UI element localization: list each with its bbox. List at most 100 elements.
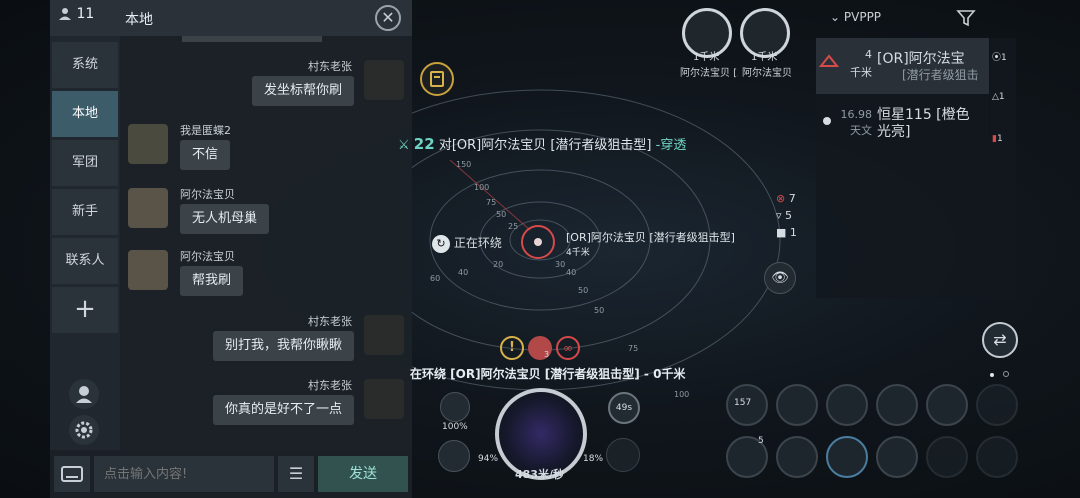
message-bubble[interactable]: 帮我刷 (180, 266, 244, 296)
speed-adjust-button[interactable] (440, 392, 470, 422)
radar-tick: 100 (674, 390, 690, 399)
cargo-button[interactable] (420, 62, 454, 96)
counter-hostile: ⊗ 7 (776, 192, 796, 205)
message-item: 村东老张 别打我，我帮你瞅瞅 (122, 313, 412, 373)
message-bubble[interactable]: 无人机母巢 (180, 204, 270, 234)
overview-distance: 16.98 (840, 108, 873, 121)
chat-input-bar: ☰ 发送 (50, 450, 412, 498)
radar-tick: 50 (496, 210, 507, 219)
orbit-status-text: 正在环绕 (453, 236, 502, 250)
keyboard-button[interactable] (54, 456, 90, 492)
warning-icon[interactable]: ! (500, 336, 524, 360)
combat-effect: -穿透 (655, 138, 687, 153)
module-slot-empty[interactable] (976, 384, 1018, 426)
message-bubble[interactable]: 不信 (180, 140, 231, 170)
filter-button[interactable] (956, 8, 976, 28)
sender-name: 村东老张 (308, 379, 352, 392)
sender-name: 阿尔法宝贝 (180, 188, 235, 201)
profile-button[interactable] (69, 379, 99, 409)
radar-tick: 75 (486, 198, 497, 207)
avatar[interactable] (128, 124, 168, 164)
message-item: 村东老张 你真的是好不了一点 (122, 377, 412, 437)
module-slot-4[interactable] (876, 384, 918, 426)
radar-tick: 30 (555, 260, 566, 269)
hostile-ship-icon (818, 54, 840, 67)
close-button[interactable]: ✕ (375, 5, 401, 31)
cargo-icon (430, 71, 444, 87)
overview-side-icons: ⦿1 △1 ▮1 (990, 38, 1016, 298)
overview-row[interactable]: 4 千米 [OR]阿尔法宝 [潜行者级狙击 (816, 38, 989, 94)
overview-row[interactable]: 16.98 天文 恒星115 [橙色 光亮] (816, 98, 989, 154)
module-slot-7[interactable] (776, 436, 818, 478)
message-bubble[interactable]: 别打我，我帮你瞅瞅 (212, 331, 354, 361)
module-slot-3[interactable] (826, 384, 868, 426)
module-timer-value: 49s (615, 403, 633, 413)
chat-input[interactable] (94, 456, 274, 492)
side-icon-3[interactable]: ▮1 (992, 134, 1003, 144)
module-slot-5[interactable] (926, 384, 968, 426)
avatar[interactable] (128, 188, 168, 228)
module-slot-empty[interactable] (976, 436, 1018, 478)
chat-panel: 11 本地 ✕ 系统 本地 军团 新手 联系人 + 村东老张 发坐标帮你刷 我是… (50, 0, 412, 498)
damage-icon: ⚔ (398, 138, 410, 153)
member-count-value: 11 (76, 6, 95, 22)
message-item: 我是匿蝶2 不信 (122, 122, 412, 182)
avatar[interactable] (364, 315, 404, 355)
radar-tick: 60 (430, 274, 441, 283)
member-count[interactable]: 11 (58, 6, 108, 30)
tab-local[interactable]: 本地 (52, 91, 118, 137)
combat-log: ⚔ 22 对[OR]阿尔法宝贝 [潜行者级狙击型] -穿透 (398, 134, 686, 153)
tab-contacts[interactable]: 联系人 (52, 238, 118, 284)
send-button[interactable]: 发送 (318, 456, 408, 492)
module-charge-count: 157 (734, 398, 752, 408)
capacitor-percent: 100% (442, 422, 468, 432)
square-icon: ■ (776, 226, 787, 239)
settings-button[interactable] (69, 415, 99, 445)
tab-corp[interactable]: 军团 (52, 140, 118, 186)
side-icon-1[interactable]: ⦿1 (992, 50, 1007, 63)
drone-count: 5 (758, 436, 764, 446)
channel-title: 本地 (125, 12, 153, 28)
bottom-status-line: 在环绕 [OR]阿尔法宝贝 [潜行者级狙击型] - 0千米 (410, 367, 686, 381)
message-bubble[interactable]: 发坐标帮你刷 (251, 76, 354, 106)
target-1-label: 阿尔法宝贝 [五型 渗透 (680, 68, 738, 79)
message-item: 村东老张 发坐标帮你刷 (122, 58, 412, 118)
overview-filter[interactable]: ⌄ PVPPP (830, 10, 881, 24)
module-slot-9[interactable] (876, 436, 918, 478)
sender-name: 我是匿蝶2 (180, 124, 231, 137)
message-bubble[interactable]: 你真的是好不了一点 (212, 395, 354, 425)
swap-button[interactable]: ⇄ (982, 322, 1018, 358)
side-count: 1 (998, 92, 1005, 102)
overview-distance: 4 (865, 48, 872, 61)
close-icon: ✕ (381, 8, 395, 27)
counter-hostile-value: 7 (788, 192, 796, 205)
keyboard-icon (61, 466, 83, 482)
avatar[interactable] (364, 379, 404, 419)
radar-tick: 75 (628, 344, 639, 353)
sender-name: 村东老张 (308, 315, 352, 328)
avatar[interactable] (128, 250, 168, 290)
link-icon[interactable]: ∞ (556, 336, 580, 360)
camera-view-button[interactable]: 👁 (764, 262, 796, 294)
add-channel-button[interactable]: + (52, 287, 118, 333)
module-slot-2[interactable] (776, 384, 818, 426)
message-list: 村东老张 发坐标帮你刷 我是匿蝶2 不信 阿尔法宝贝 无人机母巢 阿尔法宝贝 帮… (122, 36, 412, 450)
tab-system[interactable]: 系统 (52, 42, 118, 88)
counter-neutral: ▿ 5 (776, 209, 792, 222)
module-slot-empty[interactable] (606, 438, 640, 472)
module-slot-empty[interactable] (926, 436, 968, 478)
module-slot-8[interactable] (826, 436, 868, 478)
triangle-icon: △ (992, 92, 999, 102)
overview-name: [OR]阿尔法宝 (877, 51, 965, 67)
autopilot-button[interactable] (438, 440, 470, 472)
module-timer[interactable]: 49s (608, 392, 640, 424)
radar-tick: 100 (474, 183, 490, 192)
menu-button[interactable]: ☰ (278, 456, 314, 492)
tab-rookie[interactable]: 新手 (52, 189, 118, 235)
neutral-icon: ▿ (776, 209, 782, 222)
avatar[interactable] (364, 60, 404, 100)
radar-tick: 50 (594, 306, 605, 315)
ship-speed: 483米/秒 (515, 468, 564, 481)
combat-text: 对[OR]阿尔法宝贝 [潜行者级狙击型] (438, 138, 652, 153)
side-icon-2[interactable]: △1 (992, 92, 1005, 102)
